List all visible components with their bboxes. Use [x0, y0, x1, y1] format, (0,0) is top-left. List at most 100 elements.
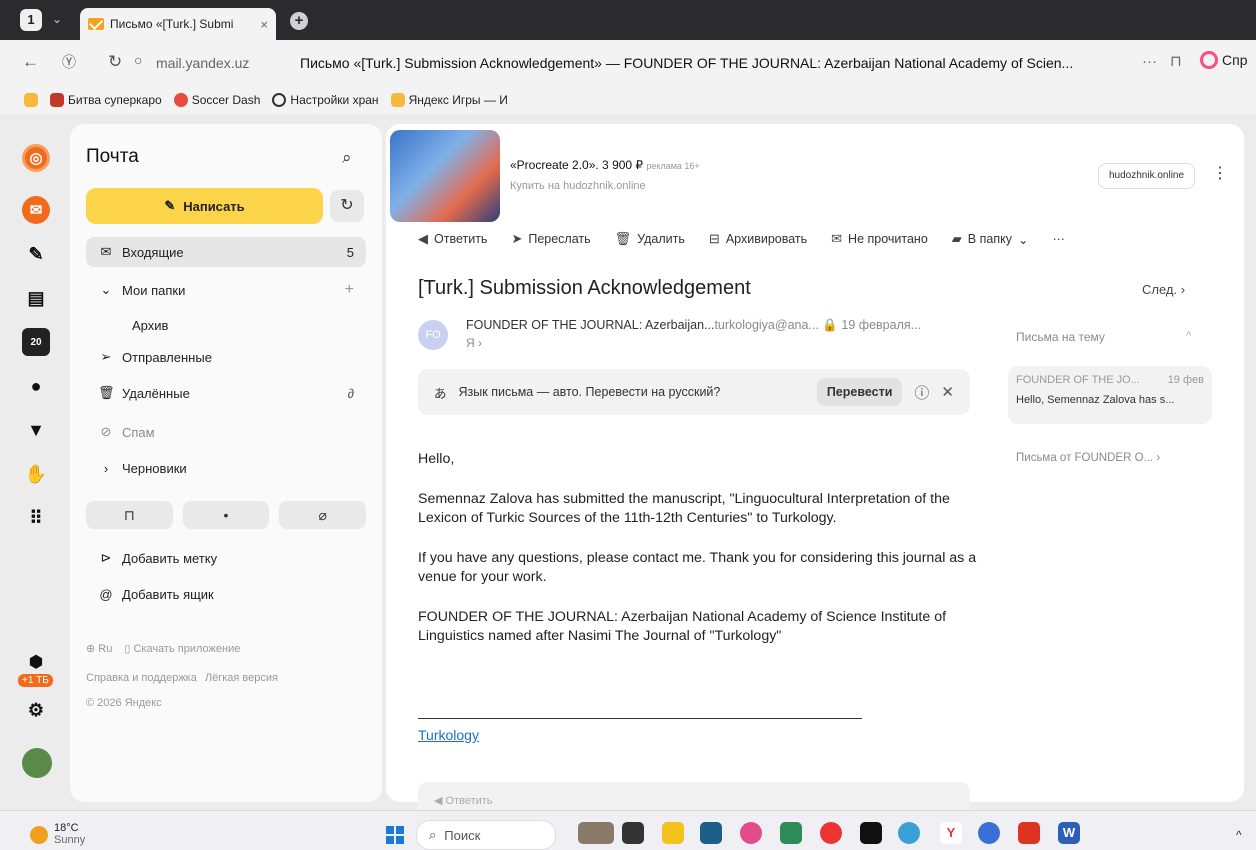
bookmark-icon[interactable]: ⊓ — [1170, 52, 1182, 70]
trash-icon: 🗑 — [98, 385, 115, 400]
forward-button[interactable]: ➤ Переслать — [511, 231, 590, 247]
tray-chevron-icon[interactable]: ^ — [1236, 828, 1242, 842]
avatar[interactable] — [22, 748, 52, 778]
windows-start-icon[interactable] — [386, 826, 404, 844]
bookmark-filter-icon[interactable]: ⊓ — [86, 501, 173, 529]
messenger-icon[interactable]: ● — [22, 372, 50, 400]
ad-subtitle[interactable]: Купить на hudozhnik.online — [510, 180, 646, 192]
thread-header[interactable]: Письма на тему — [1016, 330, 1105, 344]
mark-unread-button[interactable]: ✉ Не прочитано — [831, 231, 928, 247]
sidebar-help-links: Справка и поддержка Лёгкая версия — [86, 672, 278, 684]
next-message-button[interactable]: След. › — [1142, 282, 1185, 297]
yandex-browser-icon[interactable] — [820, 822, 842, 844]
recipient[interactable]: Я › — [466, 336, 482, 350]
attachment-filter-icon[interactable]: ⌀ — [279, 501, 367, 529]
bookmark-item[interactable]: Яндекс Игры — И — [390, 93, 508, 107]
yandex-icon[interactable]: Ⓨ — [62, 52, 76, 72]
url-page-title[interactable]: Письмо «[Turk.] Submission Acknowledgeme… — [300, 55, 1110, 71]
pdf-icon[interactable] — [1018, 822, 1040, 844]
folder-sent[interactable]: ➢ Отправленные — [86, 342, 366, 372]
store-icon[interactable] — [700, 822, 722, 844]
unread-filter-icon[interactable]: • — [182, 501, 270, 529]
telemost-icon[interactable]: ▼ — [22, 416, 50, 444]
folder-drafts[interactable]: › Черновики — [86, 453, 366, 483]
refresh-button[interactable]: ↻ — [330, 190, 364, 222]
bookmark-item[interactable]: Soccer Dash — [173, 93, 260, 107]
reply-button[interactable]: ◀ Ответить — [418, 231, 487, 247]
translate-button[interactable]: Перевести — [816, 378, 903, 406]
add-folder-icon[interactable]: + — [345, 281, 354, 299]
close-icon[interactable]: ✕ — [941, 383, 954, 401]
sender-line[interactable]: FOUNDER OF THE JOURNAL: Azerbaijan...tur… — [466, 318, 966, 333]
bookmark-icon[interactable] — [24, 93, 38, 107]
more-vertical-icon[interactable]: ⋮ — [1212, 163, 1228, 183]
search-icon[interactable]: ⌕ — [342, 148, 352, 168]
task-view-icon[interactable] — [622, 822, 644, 844]
disk-icon[interactable]: ▤ — [22, 284, 50, 312]
download-app-link[interactable]: ▯ Скачать приложение — [124, 642, 240, 655]
more-button[interactable]: ··· — [1052, 231, 1065, 247]
file-explorer-icon[interactable] — [662, 822, 684, 844]
folder-deleted[interactable]: 🗑 Удалённые ∂ — [86, 378, 366, 408]
add-box-button[interactable]: @ Добавить ящик — [86, 579, 366, 609]
broom-icon[interactable]: ∂ — [348, 386, 354, 401]
thread-message-card[interactable]: FOUNDER OF THE JO... 19 фев Hello, Semenn… — [1008, 366, 1212, 424]
weather-icon[interactable] — [30, 826, 48, 844]
yandex-logo-icon[interactable]: ◎ — [22, 144, 50, 172]
close-icon[interactable]: × — [260, 17, 268, 32]
messages-from-sender-link[interactable]: Письма от FOUNDER O... › — [1016, 452, 1160, 464]
chevron-down-icon[interactable]: ⌄ — [52, 12, 62, 26]
folder-spam[interactable]: ⊘ Спам — [86, 417, 366, 447]
lite-version-link[interactable]: Лёгкая версия — [205, 672, 278, 684]
storage-icon[interactable]: ⬢ — [22, 648, 50, 676]
move-to-folder-button[interactable]: ▰ В папку ⌄ — [952, 231, 1029, 247]
compose-button[interactable]: ✎ Написать — [86, 188, 323, 224]
app-icon[interactable] — [740, 822, 762, 844]
alice-button[interactable]: Спр — [1200, 51, 1247, 69]
ad-button[interactable]: hudozhnik.online — [1098, 163, 1196, 189]
add-label-button[interactable]: ⊳ Добавить метку — [86, 543, 366, 573]
info-icon[interactable]: ⓘ — [914, 382, 929, 403]
yandex-icon[interactable]: Y — [940, 822, 962, 844]
bookmark-item[interactable]: Настройки хран — [272, 93, 379, 107]
help-link[interactable]: Справка и поддержка — [86, 672, 197, 684]
ad-image[interactable] — [390, 130, 500, 222]
app-title[interactable]: Почта — [86, 146, 139, 168]
widget-app-icon[interactable] — [578, 822, 614, 844]
delete-button[interactable]: 🗑 Удалить — [615, 231, 685, 247]
app-icon[interactable] — [780, 822, 802, 844]
app-icon[interactable] — [978, 822, 1000, 844]
url-host[interactable]: mail.yandex.uz — [156, 55, 249, 71]
back-icon[interactable]: ← — [22, 52, 39, 72]
sender-avatar[interactable]: FO — [418, 320, 448, 350]
mail-icon — [88, 18, 104, 30]
folder-archive[interactable]: Архив — [86, 310, 366, 340]
archive-button[interactable]: ⊟ Архивировать — [709, 231, 807, 247]
pen-icon[interactable]: ✎ — [22, 240, 50, 268]
language-link[interactable]: ⊕ Ru — [86, 642, 112, 655]
browser-tab[interactable]: Письмо «[Turk.] Submi × — [80, 8, 276, 40]
mail-icon[interactable]: ✉ — [22, 196, 50, 224]
more-icon[interactable]: ··· — [1142, 53, 1157, 70]
reload-icon[interactable]: ↻ — [108, 52, 122, 72]
hand-icon[interactable]: ✋ — [22, 460, 50, 488]
tab-count[interactable]: 1 — [20, 9, 42, 31]
chevron-up-icon[interactable]: ^ — [1186, 330, 1191, 342]
taskbar-search[interactable]: ⌕ Поиск — [416, 820, 556, 850]
new-tab-button[interactable]: + — [290, 12, 308, 30]
bookmark-item[interactable]: Битва суперкаро — [50, 93, 162, 107]
apps-icon[interactable]: ⠿ — [22, 504, 50, 532]
storage-badge[interactable]: +1 ТБ — [18, 674, 53, 687]
app-icon[interactable] — [898, 822, 920, 844]
folder-inbox[interactable]: ✉ Входящие 5 — [86, 237, 366, 267]
journal-link[interactable]: Turkology — [418, 727, 479, 743]
weather-widget[interactable]: 18°C Sunny — [54, 822, 85, 846]
folder-my-folders[interactable]: ⌄ Мои папки + — [86, 275, 366, 305]
ad-title[interactable]: «Procreate 2.0». 3 900 ₽ реклама 16+ — [510, 158, 700, 172]
app-icon[interactable] — [860, 822, 882, 844]
word-icon[interactable]: W — [1058, 822, 1080, 844]
settings-icon[interactable]: ⚙ — [22, 696, 50, 724]
lock-icon[interactable]: ○ — [134, 52, 142, 68]
calendar-icon[interactable]: 20 — [22, 328, 50, 356]
quick-reply-field[interactable]: ◀ Ответить — [418, 782, 970, 812]
